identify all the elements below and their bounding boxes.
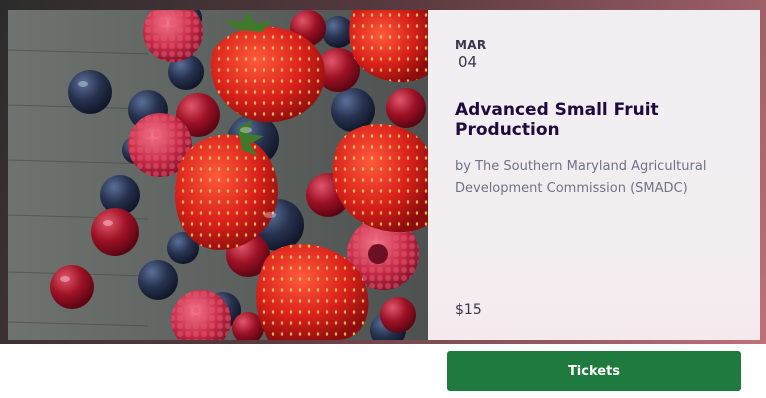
event-organizer: by The Southern Maryland Agricultural De… [455, 159, 707, 196]
event-info-panel: MAR 04 Advanced Small Fruit Production b… [428, 10, 760, 340]
event-image[interactable] [8, 10, 428, 340]
tickets-button[interactable]: Tickets [447, 351, 741, 391]
event-date-day: 04 [458, 53, 478, 71]
event-card[interactable]: MAR 04 Advanced Small Fruit Production b… [0, 0, 766, 344]
event-date-month: MAR [455, 38, 487, 52]
event-price: $15 [455, 302, 482, 318]
berries-photo [8, 10, 428, 340]
event-title[interactable]: Advanced Small Fruit Production [455, 100, 735, 140]
